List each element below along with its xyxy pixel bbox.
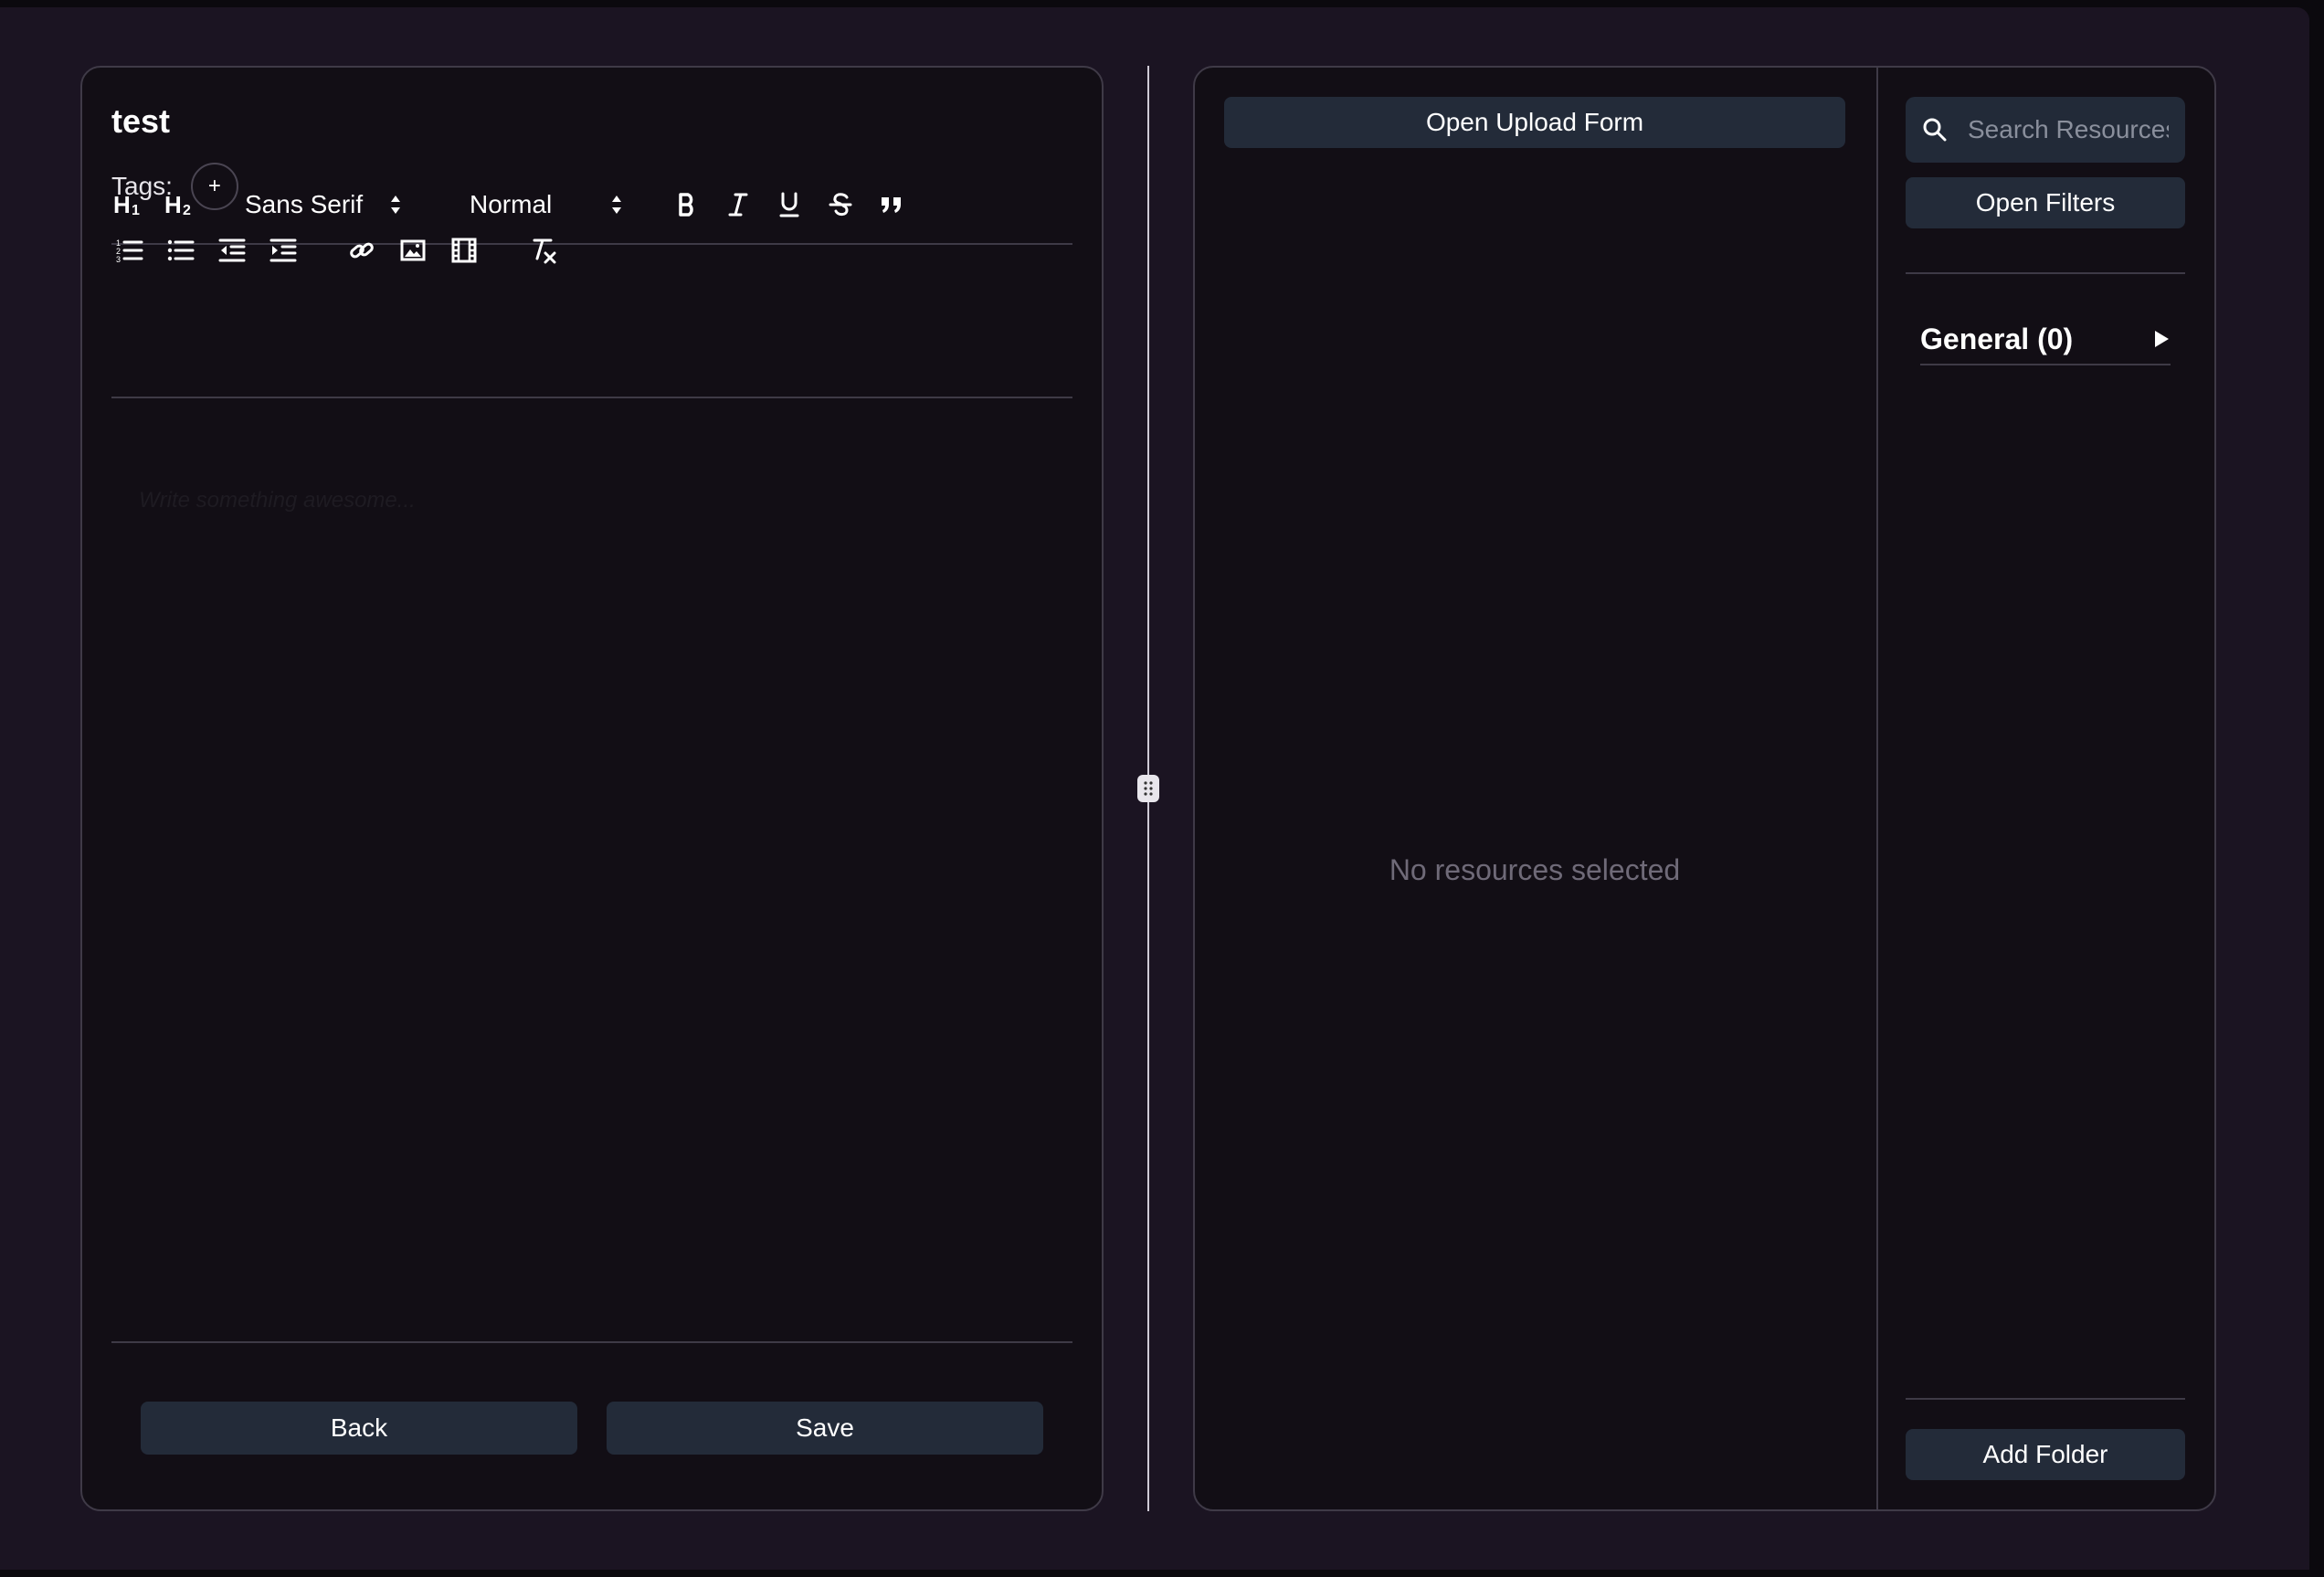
divider (111, 1341, 1072, 1343)
open-upload-form-button[interactable]: Open Upload Form (1224, 97, 1845, 148)
search-icon (1923, 118, 1947, 142)
save-button[interactable]: Save (607, 1402, 1043, 1455)
search-input[interactable] (1966, 114, 2171, 145)
search-field[interactable] (1906, 97, 2185, 163)
heading-2-icon[interactable]: H2 (164, 186, 197, 223)
play-icon (2155, 331, 2169, 347)
select-arrows-icon (612, 196, 621, 214)
font-size-value: Normal (470, 190, 553, 218)
editor-panel: test Tags: + H1 H2 Sans Serif Normal 123 (80, 66, 1104, 1511)
strikethrough-icon[interactable] (824, 186, 857, 223)
sidebar-divider (1876, 68, 1878, 1509)
editor-placeholder: Write something awesome... (139, 488, 416, 513)
clear-format-icon[interactable] (526, 232, 559, 269)
svg-text:H: H (113, 191, 131, 218)
bullet-list-icon[interactable] (164, 232, 197, 269)
svg-text:2: 2 (183, 203, 191, 218)
folder-label: General (0) (1920, 322, 2074, 355)
font-size-select[interactable]: Normal (470, 186, 625, 223)
document-title: test (111, 102, 171, 140)
divider (1906, 272, 2185, 274)
svg-text:H: H (164, 191, 182, 218)
editor-content[interactable]: Write something awesome... (111, 400, 1072, 1339)
divider (1906, 1398, 2185, 1400)
divider (111, 397, 1072, 398)
blockquote-icon[interactable] (875, 186, 908, 223)
add-tag-button[interactable]: + (190, 163, 238, 210)
italic-icon[interactable] (722, 186, 755, 223)
open-filters-button[interactable]: Open Filters (1906, 177, 2185, 228)
ordered-list-icon[interactable]: 123 (113, 232, 146, 269)
video-icon[interactable] (448, 232, 481, 269)
image-icon[interactable] (396, 232, 429, 269)
drag-handle-icon[interactable] (1137, 775, 1159, 802)
link-icon[interactable] (345, 232, 378, 269)
divider (111, 243, 1072, 245)
folder-underline (1920, 364, 2171, 365)
indent-icon[interactable] (267, 232, 300, 269)
font-family-select[interactable]: Sans Serif (245, 186, 418, 223)
outdent-icon[interactable] (216, 232, 248, 269)
resources-panel: Open Upload Form No resources selected O… (1193, 66, 2216, 1511)
empty-resources-message: No resources selected (1389, 853, 1681, 886)
underline-icon[interactable] (773, 186, 806, 223)
add-folder-button[interactable]: Add Folder (1906, 1429, 2185, 1480)
font-family-value: Sans Serif (245, 190, 364, 218)
select-arrows-icon (391, 196, 400, 214)
folder-item-general[interactable]: General (0) (1920, 314, 2171, 364)
svg-text:3: 3 (116, 255, 121, 263)
bold-icon[interactable] (671, 186, 703, 223)
back-button[interactable]: Back (141, 1402, 577, 1455)
svg-text:1: 1 (132, 203, 140, 218)
heading-1-icon[interactable]: H1 (113, 186, 146, 223)
